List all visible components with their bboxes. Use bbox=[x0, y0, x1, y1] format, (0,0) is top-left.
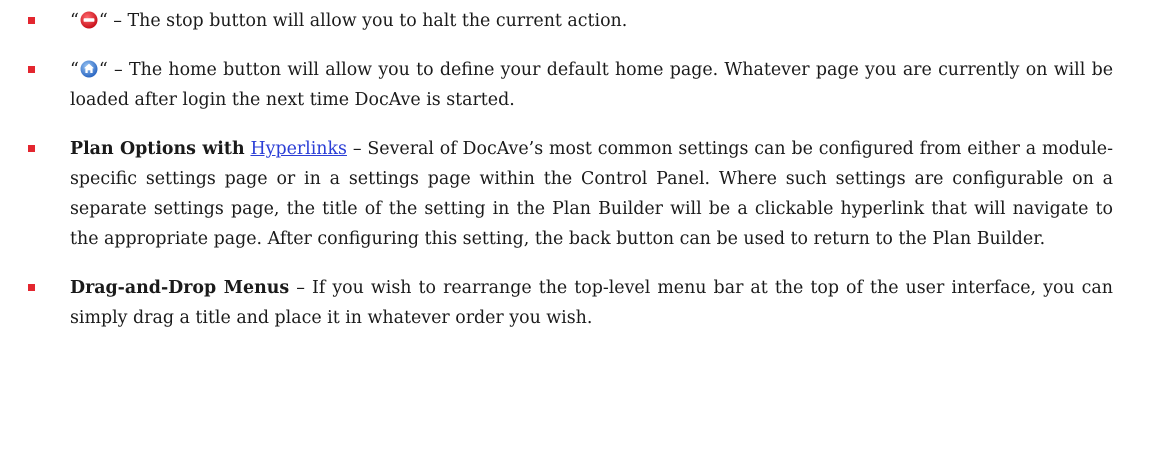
stop-icon bbox=[80, 11, 98, 29]
bullet-marker bbox=[28, 145, 35, 152]
bullet-marker bbox=[28, 17, 35, 24]
item-text: – The stop button will allow you to halt… bbox=[107, 11, 628, 31]
list-item-drag-drop-menus: Drag-and-Drop Menus – If you wish to rea… bbox=[0, 273, 1173, 333]
bullet-marker bbox=[28, 66, 35, 73]
hyperlinks-link[interactable]: Hyperlinks bbox=[250, 139, 347, 159]
item-heading: Plan Options with bbox=[70, 139, 245, 159]
list-item-home-button: “ “ – The home button will allow you to d… bbox=[0, 55, 1173, 115]
item-heading: Drag-and-Drop Menus bbox=[70, 278, 290, 298]
item-text: – The home button will allow you to defi… bbox=[70, 60, 1113, 110]
home-icon bbox=[80, 60, 98, 78]
quote-close: “ bbox=[98, 11, 108, 31]
document-page: “ “ – The stop button will allow you to h… bbox=[0, 0, 1173, 453]
quote-close: “ bbox=[98, 60, 108, 80]
list-item-plan-options: Plan Options with Hyperlinks – Several o… bbox=[0, 134, 1173, 254]
quote-open: “ bbox=[70, 11, 79, 31]
quote-open: “ bbox=[70, 60, 79, 80]
bullet-marker bbox=[28, 284, 35, 291]
list-item-stop-button: “ “ – The stop button will allow you to h… bbox=[0, 6, 1173, 36]
